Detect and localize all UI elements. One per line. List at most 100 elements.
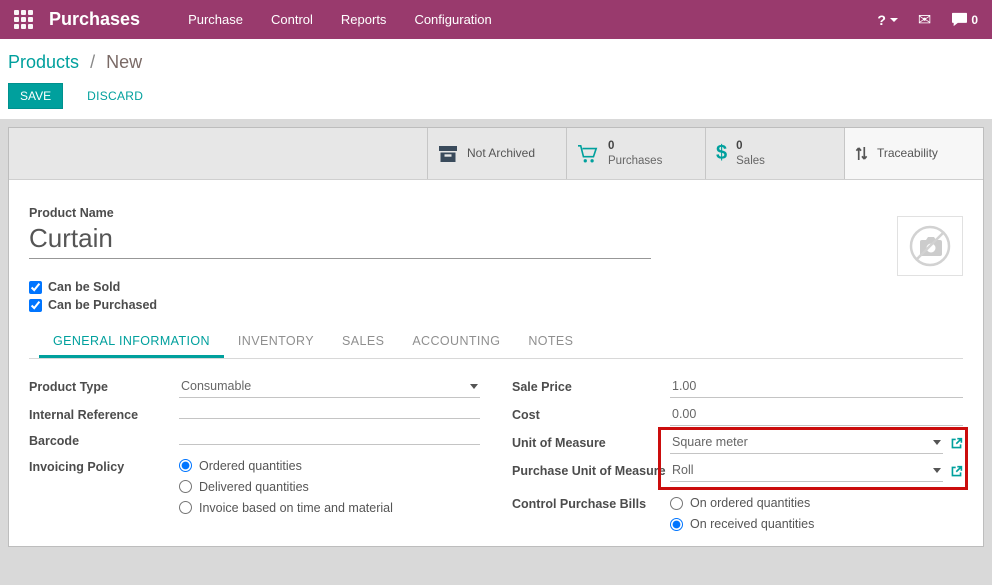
control-bills-row: Control Purchase Bills On ordered quanti… [512,494,963,531]
can-be-purchased-checkbox[interactable] [29,299,42,312]
radio-delivered-quantities-label: Delivered quantities [199,480,309,494]
dollar-icon: $ [716,142,727,165]
product-type-select[interactable]: Consumable [179,377,480,398]
fields-right-column: Sale Price 1.00 Cost 0.00 [512,377,963,538]
archive-icon [438,145,458,163]
menu-configuration[interactable]: Configuration [414,12,491,27]
stat-purchases-value: 0 [608,139,662,154]
internal-reference-label: Internal Reference [29,405,179,424]
no-camera-icon [906,222,954,270]
radio-time-material-label: Invoice based on time and material [199,501,393,515]
chevron-down-icon [470,384,478,389]
sheet-body: Product Name Can be Sold [9,180,983,538]
product-image-placeholder[interactable] [897,216,963,276]
discard-button[interactable]: DISCARD [81,88,149,104]
purchase-uom-value: Roll [672,463,694,477]
radio-on-received-label: On received quantities [690,517,814,531]
product-type-value: Consumable [181,379,251,393]
tab-inventory[interactable]: INVENTORY [224,326,328,358]
cost-label: Cost [512,405,670,424]
internal-reference-row: Internal Reference [29,405,480,424]
chat-menu[interactable]: 0 [951,12,978,27]
chevron-down-icon [933,468,941,473]
apps-menu-icon[interactable] [14,10,33,29]
messages-icon[interactable]: ✉ [918,10,931,30]
chat-bubble-icon [951,12,968,27]
internal-reference-input[interactable] [179,405,480,419]
tab-notes[interactable]: NOTES [514,326,587,358]
menu-reports[interactable]: Reports [341,12,387,27]
action-buttons: SAVE DISCARD [0,75,992,119]
sale-price-row: Sale Price 1.00 [512,377,963,398]
radio-ordered-quantities-input[interactable] [179,459,192,472]
menu-purchase[interactable]: Purchase [188,12,243,27]
stat-sales-value: 0 [736,139,765,154]
help-icon: ? [877,12,886,28]
stat-sales-label: Sales [736,154,765,169]
top-menu: Purchase Control Reports Configuration [188,12,492,27]
cost-row: Cost 0.00 [512,405,963,426]
can-be-purchased-label: Can be Purchased [48,298,157,312]
purchase-uom-label: Purchase Unit of Measure [512,461,670,480]
tab-sales[interactable]: SALES [328,326,398,358]
systray: ? ✉ 0 [877,10,978,30]
sale-price-input[interactable]: 1.00 [670,377,963,398]
chevron-down-icon [890,18,898,22]
stat-sales-button[interactable]: $ 0 Sales [705,128,844,179]
radio-on-ordered-label: On ordered quantities [690,496,810,510]
product-type-row: Product Type Consumable [29,377,480,398]
radio-time-material: Invoice based on time and material [179,501,393,515]
cart-icon [577,144,599,164]
barcode-row: Barcode [29,431,480,450]
breadcrumb-current: New [106,52,142,72]
invoicing-policy-label: Invoicing Policy [29,457,179,476]
radio-on-received: On received quantities [670,517,814,531]
cost-value: 0.00 [672,407,696,421]
uom-label: Unit of Measure [512,433,670,452]
help-menu[interactable]: ? [877,12,898,28]
product-form-sheet: Not Archived 0 Purchases $ 0 Sales [8,127,984,547]
barcode-input[interactable] [179,431,480,445]
stat-not-archived-button[interactable]: Not Archived [427,128,566,179]
can-be-purchased-row: Can be Purchased [29,298,963,312]
stat-traceability-label: Traceability [877,146,938,162]
chevron-down-icon [933,440,941,445]
uom-select[interactable]: Square meter [670,433,943,454]
barcode-label: Barcode [29,431,179,450]
stat-traceability-button[interactable]: Traceability [844,128,983,179]
radio-ordered-quantities-label: Ordered quantities [199,459,302,473]
stat-purchases-button[interactable]: 0 Purchases [566,128,705,179]
app-title: Purchases [49,9,140,30]
uom-value: Square meter [672,435,748,449]
stat-purchases-label: Purchases [608,154,662,169]
radio-delivered-quantities-input[interactable] [179,480,192,493]
tab-general-information[interactable]: GENERAL INFORMATION [39,326,224,358]
cost-input[interactable]: 0.00 [670,405,963,426]
product-type-label: Product Type [29,377,179,396]
control-bills-label: Control Purchase Bills [512,494,670,513]
tab-accounting[interactable]: ACCOUNTING [398,326,514,358]
breadcrumb-products[interactable]: Products [8,52,79,72]
purchase-uom-external-link-icon[interactable] [950,465,963,478]
invoicing-policy-group: Ordered quantities Delivered quantities … [179,457,393,515]
radio-on-received-input[interactable] [670,518,683,531]
radio-ordered-quantities: Ordered quantities [179,459,393,473]
radio-on-ordered-input[interactable] [670,497,683,510]
product-name-label: Product Name [29,206,963,220]
radio-time-material-input[interactable] [179,501,192,514]
top-navbar: Purchases Purchase Control Reports Confi… [0,0,992,39]
uom-row: Unit of Measure Square meter [512,433,963,454]
chat-count: 0 [971,13,978,27]
save-button[interactable]: SAVE [8,83,63,109]
purchase-uom-select[interactable]: Roll [670,461,943,482]
control-bills-group: On ordered quantities On received quanti… [670,494,814,531]
menu-control[interactable]: Control [271,12,313,27]
can-be-sold-checkbox[interactable] [29,281,42,294]
sale-price-label: Sale Price [512,377,670,396]
uom-external-link-icon[interactable] [950,437,963,450]
stat-archived-label: Not Archived [467,146,535,162]
can-be-sold-row: Can be Sold [29,280,963,294]
invoicing-policy-row: Invoicing Policy Ordered quantities Deli… [29,457,480,515]
stat-button-box: Not Archived 0 Purchases $ 0 Sales [9,128,983,180]
product-name-input[interactable] [29,220,651,259]
